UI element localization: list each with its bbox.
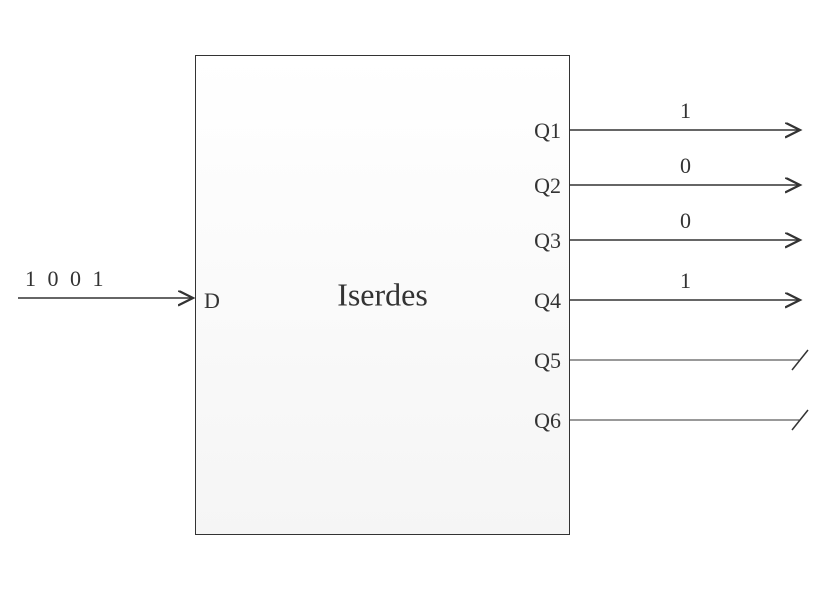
- block-title: Iserdes: [337, 277, 428, 314]
- port-q1-label: Q1: [534, 118, 561, 144]
- output-q1-value: 1: [680, 98, 691, 124]
- output-q3-value: 0: [680, 208, 691, 234]
- output-q4-value: 1: [680, 268, 691, 294]
- port-q4-label: Q4: [534, 288, 561, 314]
- iserdes-block: Iserdes D Q1 Q2 Q3 Q4 Q5 Q6: [195, 55, 570, 535]
- port-q3-label: Q3: [534, 228, 561, 254]
- output-q5-slash: [792, 350, 808, 370]
- input-value: 1 0 0 1: [25, 266, 107, 292]
- port-q2-label: Q2: [534, 173, 561, 199]
- output-q6-slash: [792, 410, 808, 430]
- port-q5-label: Q5: [534, 348, 561, 374]
- iserdes-diagram: Iserdes D Q1 Q2 Q3 Q4 Q5 Q6 1 0 0 1 1 0 …: [0, 0, 828, 591]
- output-q2-value: 0: [680, 153, 691, 179]
- port-q6-label: Q6: [534, 408, 561, 434]
- port-d-label: D: [204, 288, 220, 314]
